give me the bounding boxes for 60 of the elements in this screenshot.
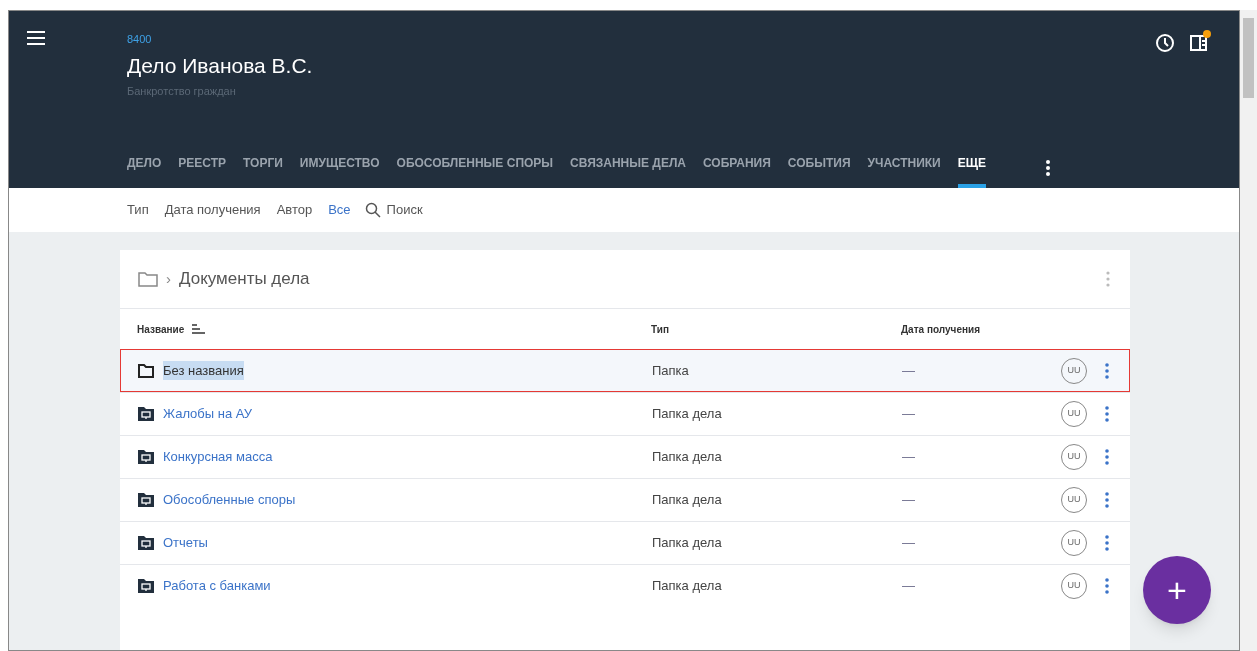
- tab[interactable]: ОБОСОБЛЕННЫЕ СПОРЫ: [396, 154, 554, 189]
- table-cell: Папка дела: [652, 406, 722, 422]
- tab[interactable]: РЕЕСТР: [178, 154, 227, 189]
- case-title: Дело Иванова В.С.: [127, 52, 313, 79]
- folder-name[interactable]: Жалобы на АУ: [163, 404, 253, 424]
- folder-icon: [138, 271, 158, 287]
- case-subtitle: Банкротство граждан: [127, 84, 237, 99]
- scrollbar[interactable]: [1240, 10, 1257, 651]
- tab[interactable]: СОБРАНИЯ: [703, 154, 771, 189]
- table-row[interactable]: Жалобы на АУ Папка дела — UU: [120, 392, 1130, 435]
- table-row[interactable]: Без названия Папка — UU: [120, 349, 1130, 392]
- tab[interactable]: УЧАСТНИКИ: [867, 154, 941, 189]
- table-cell: Папка: [652, 362, 689, 378]
- table-cell: —: [902, 449, 915, 465]
- tab[interactable]: ДЕЛО: [127, 154, 162, 189]
- folder-icon: [138, 536, 154, 550]
- column-header[interactable]: Тип: [651, 323, 669, 335]
- table-cell: —: [902, 578, 915, 594]
- folder-icon: [138, 407, 154, 421]
- clock-icon[interactable]: [1155, 33, 1175, 53]
- folder-icon: [138, 493, 154, 507]
- search-field[interactable]: Поиск: [386, 200, 467, 220]
- table-cell: Папка дела: [652, 492, 722, 508]
- folder-name[interactable]: Конкурсная масса: [163, 447, 273, 467]
- folder-name[interactable]: Без названия: [163, 360, 244, 381]
- sort-icon[interactable]: [192, 324, 206, 334]
- table-row[interactable]: Отчеты Папка дела — UU: [120, 521, 1130, 564]
- table-row[interactable]: Работа с банками Папка дела — UU: [120, 564, 1130, 607]
- breadcrumb-title: Документы дела: [179, 268, 310, 291]
- folder-name[interactable]: Работа с банками: [163, 576, 271, 596]
- filter-option[interactable]: Тип: [127, 200, 149, 220]
- table-cell: —: [902, 406, 915, 422]
- panel-icon[interactable]: [1189, 33, 1209, 53]
- column-header[interactable]: Дата получения: [901, 323, 980, 335]
- table-row[interactable]: Конкурсная масса Папка дела — UU: [120, 435, 1130, 478]
- table-row[interactable]: Обособленные споры Папка дела — UU: [120, 478, 1130, 521]
- folder-icon: [138, 450, 154, 464]
- folder-icon: [138, 363, 154, 378]
- table-cell: Папка дела: [652, 449, 722, 465]
- case-number: 8400: [127, 32, 153, 47]
- filter-option[interactable]: Все: [328, 200, 351, 220]
- more-vertical-icon[interactable]: [1045, 160, 1050, 177]
- menu-icon[interactable]: [27, 31, 45, 45]
- tab[interactable]: ИМУЩЕСТВО: [299, 154, 380, 189]
- tab[interactable]: СОБЫТИЯ: [787, 154, 851, 189]
- folder-name[interactable]: Отчеты: [163, 533, 208, 553]
- folder-name[interactable]: Обособленные споры: [163, 490, 296, 510]
- column-header[interactable]: Название: [137, 321, 185, 337]
- table-cell: Папка дела: [652, 578, 722, 594]
- table-cell: —: [902, 535, 915, 551]
- table-cell: Папка дела: [652, 535, 722, 551]
- filter-option[interactable]: Дата получения: [164, 200, 261, 220]
- search-icon: [364, 202, 381, 219]
- folder-icon: [138, 579, 154, 593]
- table-cell: —: [902, 362, 915, 378]
- tab[interactable]: СВЯЗАННЫЕ ДЕЛА: [570, 154, 686, 189]
- tab[interactable]: ТОРГИ: [243, 154, 283, 189]
- table-cell: —: [902, 492, 915, 508]
- filter-option[interactable]: Автор: [276, 200, 313, 220]
- breadcrumb-separator: ›: [166, 268, 171, 289]
